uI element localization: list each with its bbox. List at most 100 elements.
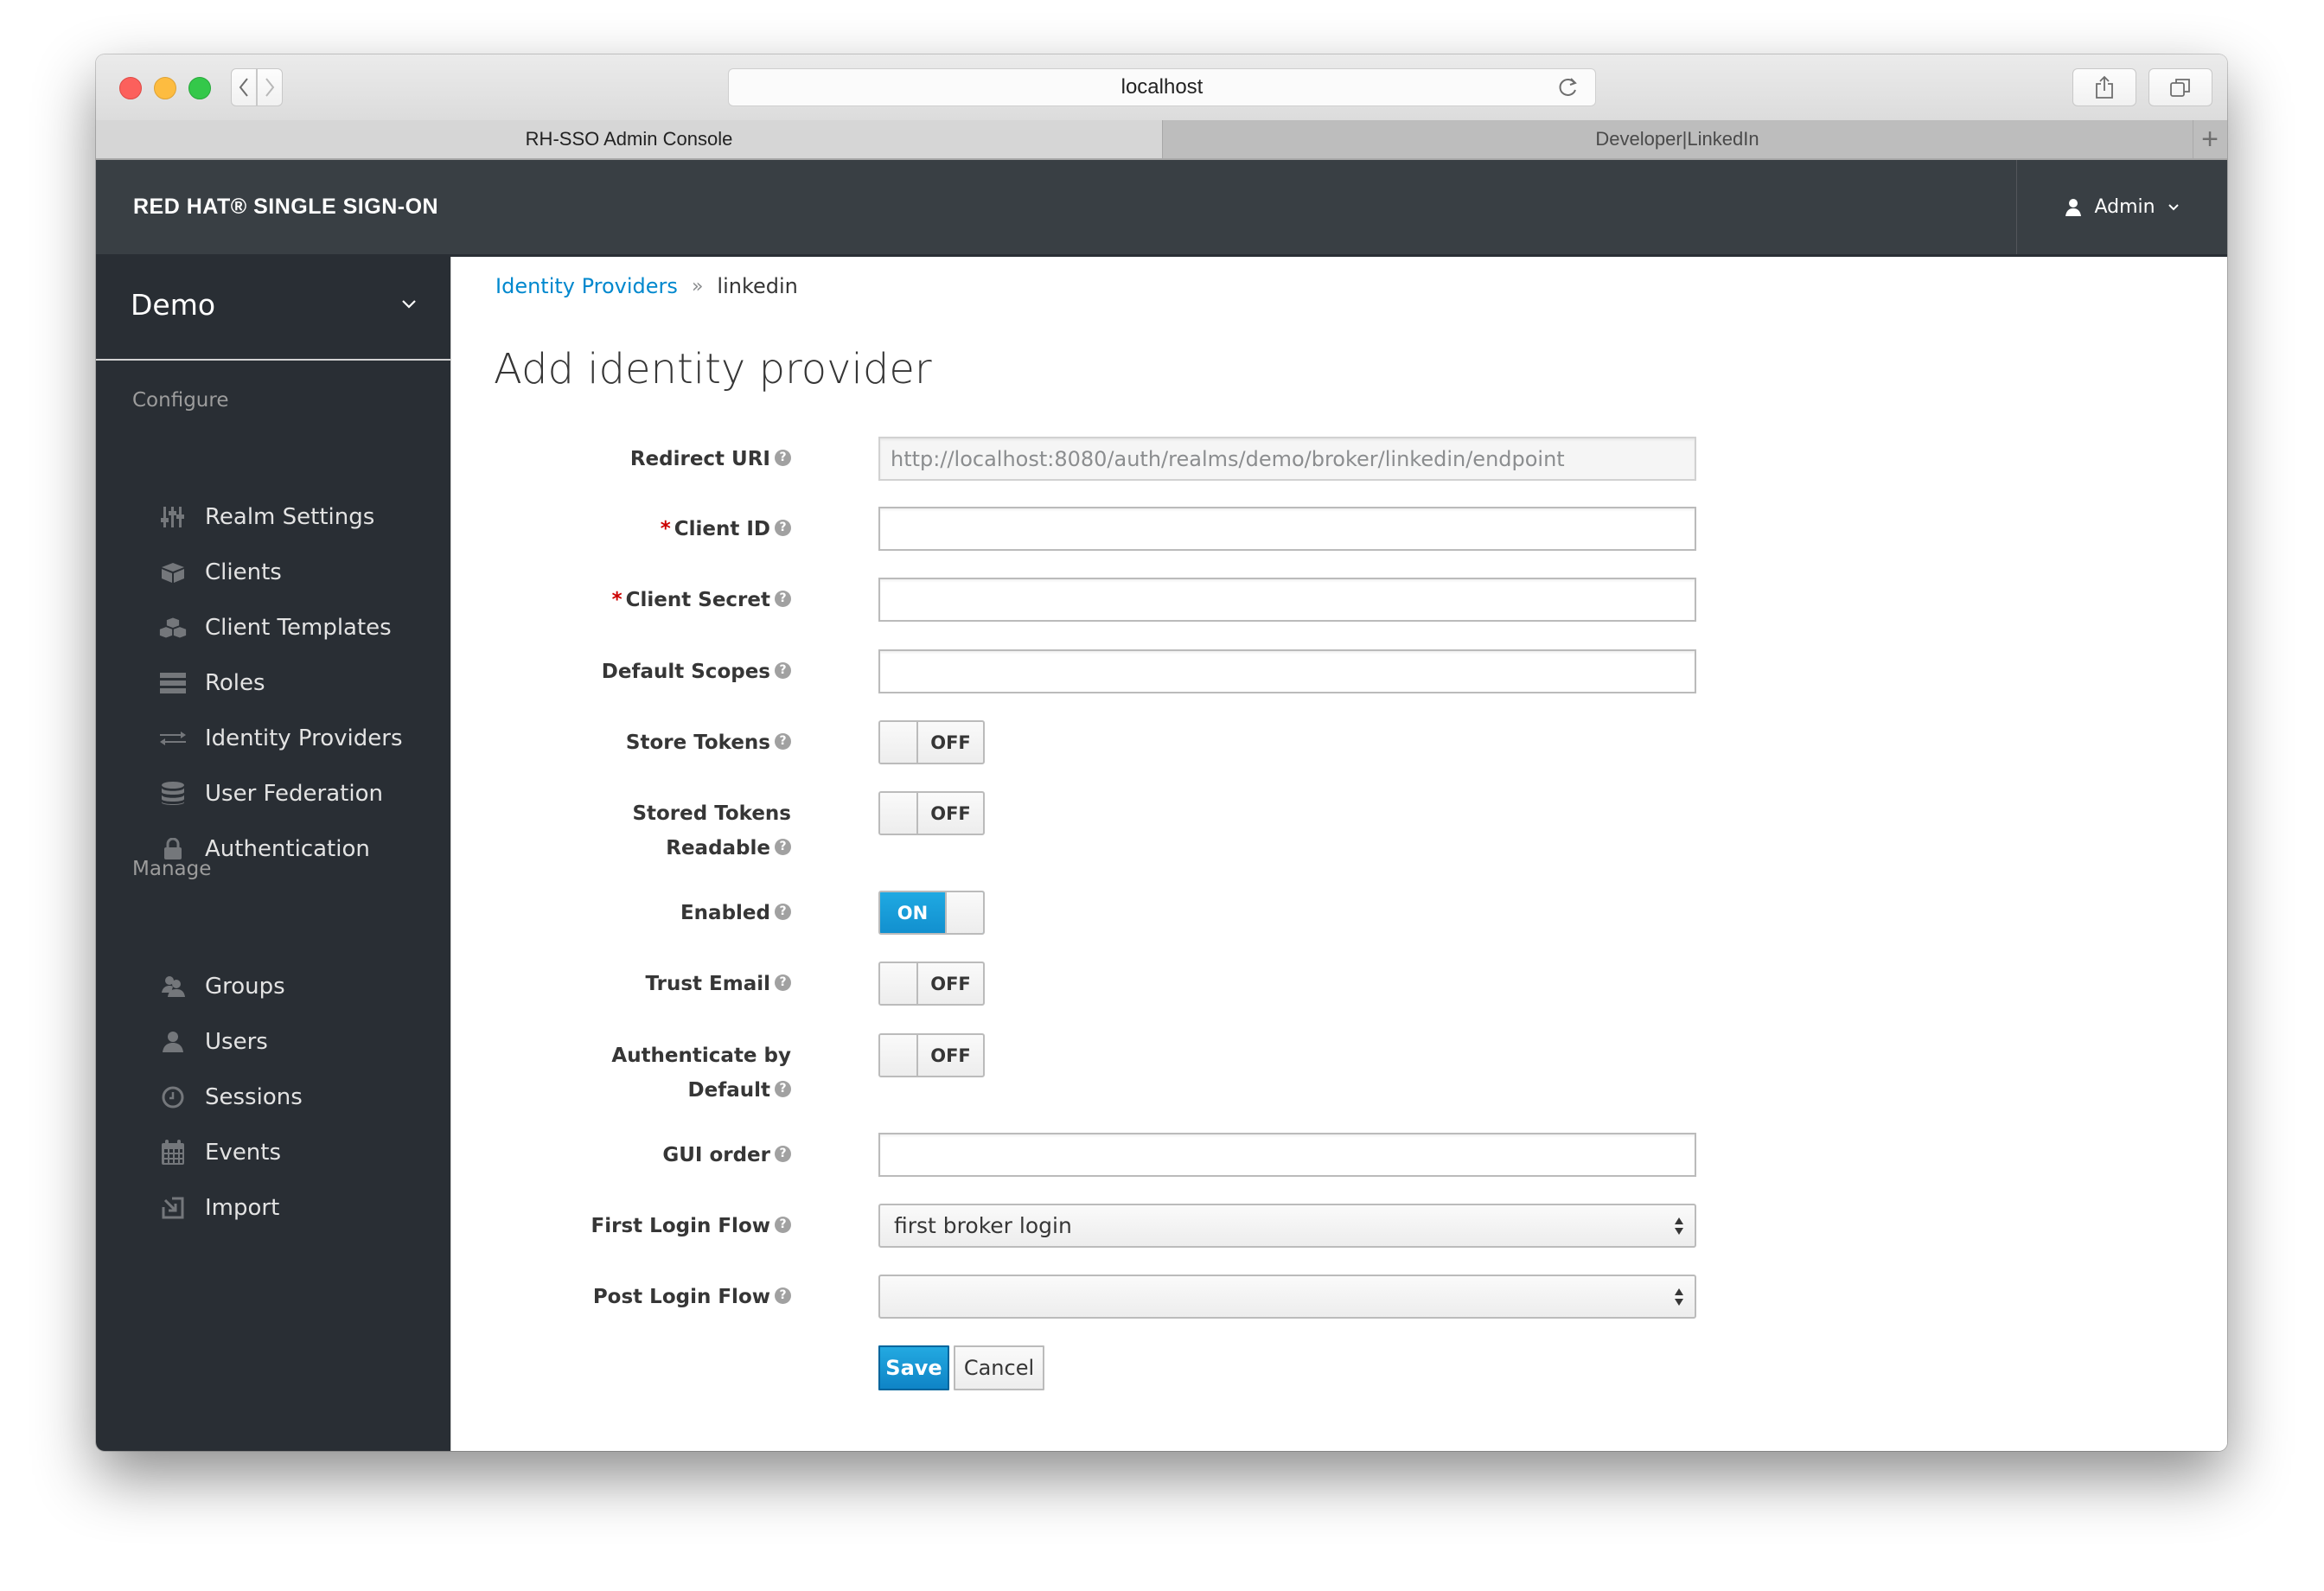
cubes-icon xyxy=(159,614,187,642)
tab-bar: RH-SSO Admin Console Developer|LinkedIn … xyxy=(96,120,2227,160)
stored-tokens-readable-toggle[interactable]: OFF xyxy=(878,791,985,835)
first-login-flow-label: First Login Flow? xyxy=(451,1209,791,1243)
sidebar-item-sessions[interactable]: Sessions xyxy=(96,1073,450,1121)
sidebar-item-import[interactable]: Import xyxy=(96,1184,450,1232)
enabled-label: Enabled? xyxy=(451,896,791,930)
user-icon xyxy=(2065,198,2082,216)
help-icon[interactable]: ? xyxy=(775,1146,791,1162)
breadcrumb-separator: » xyxy=(691,275,704,297)
sidebar-item-label: Identity Providers xyxy=(205,725,403,751)
authenticate-by-default-toggle[interactable]: OFF xyxy=(878,1033,985,1077)
list-icon xyxy=(159,669,187,697)
calendar-icon xyxy=(159,1139,187,1166)
user-icon xyxy=(159,1028,187,1056)
first-login-flow-value: first broker login xyxy=(894,1213,1072,1238)
gui-order-label: GUI order? xyxy=(451,1138,791,1172)
save-button[interactable]: Save xyxy=(878,1345,949,1390)
reload-icon[interactable] xyxy=(1557,76,1580,99)
help-icon[interactable]: ? xyxy=(775,1081,791,1097)
sidebar-item-label: Users xyxy=(205,1029,268,1055)
authenticate-by-default-label: Authenticate by Default? xyxy=(611,1045,791,1102)
help-icon[interactable]: ? xyxy=(775,974,791,991)
client-id-input[interactable] xyxy=(878,507,1696,551)
app-header: RED HAT® SINGLE SIGN-ON Admin xyxy=(96,160,2227,257)
help-icon[interactable]: ? xyxy=(775,591,791,607)
help-icon[interactable]: ? xyxy=(775,662,791,679)
realm-selector[interactable]: Demo xyxy=(96,257,450,361)
redirect-uri-label: Redirect URI? xyxy=(451,442,791,476)
tab-rh-sso-admin-console[interactable]: RH-SSO Admin Console xyxy=(96,120,1163,158)
help-icon[interactable]: ? xyxy=(775,520,791,536)
show-tabs-button[interactable] xyxy=(2148,68,2212,106)
browser-window: localhost RH-SSO Admin Console Developer… xyxy=(96,54,2227,1451)
redirect-uri-field[interactable]: http://localhost:8080/auth/realms/demo/b… xyxy=(878,437,1696,481)
sidebar-item-events[interactable]: Events xyxy=(96,1128,450,1177)
enabled-toggle[interactable]: ON xyxy=(878,891,985,935)
sidebar-item-identity-providers[interactable]: Identity Providers xyxy=(96,714,450,763)
help-icon[interactable]: ? xyxy=(775,839,791,855)
sidebar-item-roles[interactable]: Roles xyxy=(96,659,450,707)
section-configure: Configure xyxy=(132,389,229,412)
help-icon[interactable]: ? xyxy=(775,1217,791,1233)
brand-logo[interactable]: RED HAT® SINGLE SIGN-ON xyxy=(133,160,438,254)
user-menu[interactable]: Admin xyxy=(2016,160,2227,254)
tab-developer-linkedin[interactable]: Developer|LinkedIn xyxy=(1162,120,2193,158)
sidebar-item-clients[interactable]: Clients xyxy=(96,548,450,597)
breadcrumb-current: linkedin xyxy=(717,274,798,298)
cube-icon xyxy=(159,559,187,586)
trust-email-label: Trust Email? xyxy=(451,967,791,1001)
post-login-flow-select[interactable] xyxy=(878,1275,1696,1319)
help-icon[interactable]: ? xyxy=(775,450,791,466)
cancel-button[interactable]: Cancel xyxy=(954,1345,1044,1390)
tabs-overview-icon xyxy=(2170,79,2190,97)
store-tokens-toggle[interactable]: OFF xyxy=(878,720,985,764)
help-icon[interactable]: ? xyxy=(775,733,791,750)
chevron-down-icon xyxy=(402,300,416,309)
client-secret-label: * Client Secret? xyxy=(451,583,791,617)
sidebar-item-label: Clients xyxy=(205,559,282,585)
sidebar-item-realm-settings[interactable]: Realm Settings xyxy=(96,493,450,541)
client-secret-input[interactable] xyxy=(878,578,1696,622)
sidebar-item-groups[interactable]: Groups xyxy=(96,962,450,1011)
sidebar: Demo Configure Realm Settings Clients Cl… xyxy=(96,257,451,1451)
sidebar-item-client-templates[interactable]: Client Templates xyxy=(96,604,450,652)
share-button[interactable] xyxy=(2072,68,2136,106)
new-tab-button[interactable]: + xyxy=(2193,120,2227,158)
users-icon xyxy=(159,973,187,1000)
sidebar-item-user-federation[interactable]: User Federation xyxy=(96,770,450,818)
help-icon[interactable]: ? xyxy=(775,1287,791,1304)
breadcrumb: Identity Providers » linkedin xyxy=(495,274,798,298)
breadcrumb-identity-providers[interactable]: Identity Providers xyxy=(495,274,678,298)
required-marker: * xyxy=(660,518,671,540)
gui-order-input[interactable] xyxy=(878,1133,1696,1177)
back-button[interactable] xyxy=(231,68,257,106)
address-bar[interactable]: localhost xyxy=(728,68,1596,106)
default-scopes-input[interactable] xyxy=(878,649,1696,693)
sidebar-item-users[interactable]: Users xyxy=(96,1018,450,1066)
user-name: Admin xyxy=(2094,196,2155,218)
required-marker: * xyxy=(611,589,622,611)
client-id-label: * Client ID? xyxy=(451,512,791,546)
sidebar-item-label: Sessions xyxy=(205,1084,303,1110)
database-icon xyxy=(159,780,187,808)
sidebar-item-label: Import xyxy=(205,1195,280,1221)
forward-button[interactable] xyxy=(257,68,283,106)
select-arrows-icon xyxy=(1675,1288,1683,1306)
minimize-window-button[interactable] xyxy=(154,77,176,99)
page-title: Add identity provider xyxy=(494,345,932,393)
main-content: Identity Providers » linkedin Add identi… xyxy=(451,257,2227,1451)
trust-email-toggle[interactable]: OFF xyxy=(878,962,985,1006)
import-icon xyxy=(159,1194,187,1222)
sidebar-item-label: Authentication xyxy=(205,836,370,862)
address-text: localhost xyxy=(1120,75,1204,99)
close-window-button[interactable] xyxy=(119,77,142,99)
sliders-icon xyxy=(159,503,187,531)
zoom-window-button[interactable] xyxy=(188,77,211,99)
first-login-flow-select[interactable]: first broker login xyxy=(878,1204,1696,1248)
store-tokens-label: Store Tokens? xyxy=(451,725,791,760)
realm-name: Demo xyxy=(131,288,216,322)
help-icon[interactable]: ? xyxy=(775,904,791,920)
chevron-right-icon xyxy=(265,78,275,97)
chevron-left-icon xyxy=(239,78,248,97)
select-arrows-icon xyxy=(1675,1217,1683,1235)
